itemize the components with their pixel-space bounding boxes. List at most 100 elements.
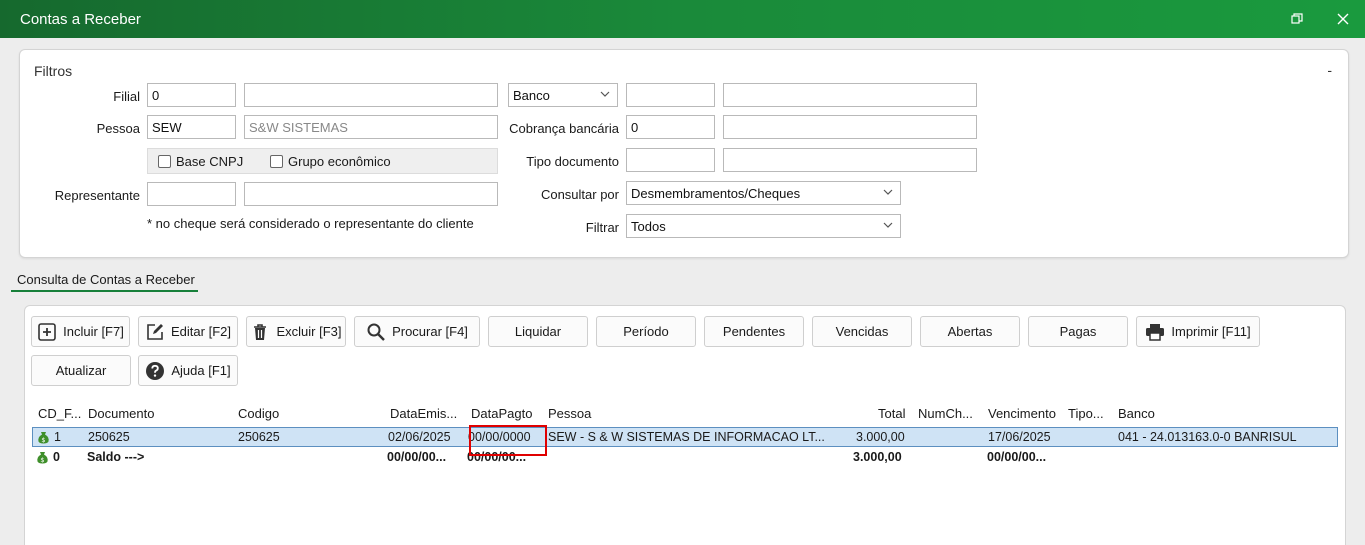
title-bar: Contas a Receber <box>0 0 1365 38</box>
consultar-por-value: Desmembramentos/Cheques <box>631 186 801 201</box>
column-header[interactable]: Tipo... <box>1068 406 1104 421</box>
cobranca-input[interactable] <box>626 115 715 139</box>
column-header[interactable]: Codigo <box>238 406 279 421</box>
tipo-documento-desc-input[interactable] <box>723 148 977 172</box>
cell-documento: Saldo ---> <box>87 450 145 464</box>
tipo-documento-input[interactable] <box>626 148 715 172</box>
cell-pessoa: SEW - S & W SISTEMAS DE INFORMACAO LT... <box>548 430 825 444</box>
column-header[interactable]: Banco <box>1118 406 1155 421</box>
filial-desc-input[interactable] <box>244 83 498 107</box>
representante-label: Representante <box>54 188 140 203</box>
atualizar-button[interactable]: Atualizar <box>31 355 131 386</box>
search-icon <box>367 323 385 341</box>
cell-data-emissao: 00/00/00... <box>387 450 447 464</box>
filial-input[interactable] <box>147 83 236 107</box>
vencidas-button[interactable]: Vencidas <box>812 316 912 347</box>
window-title: Contas a Receber <box>20 11 141 28</box>
money-bag-icon: $ <box>37 452 48 464</box>
help-icon <box>146 361 165 380</box>
cell-codigo: 250625 <box>238 430 280 444</box>
chevron-down-icon <box>883 222 893 228</box>
cell-cd: 0 <box>53 450 60 464</box>
table-row[interactable]: $ 1 250625 250625 02/06/2025 00/00/0000 … <box>32 427 1338 447</box>
tipo-documento-label: Tipo documento <box>526 154 619 169</box>
close-icon[interactable] <box>1333 9 1353 29</box>
column-header[interactable]: Vencimento <box>988 406 1056 421</box>
filters-panel: Filtros - Filial Pessoa Base CNPJ Grupo … <box>19 49 1349 258</box>
atualizar-label: Atualizar <box>55 363 107 378</box>
column-header[interactable]: Pessoa <box>548 406 591 421</box>
filtrar-label: Filtrar <box>585 220 619 235</box>
pessoa-input[interactable] <box>147 115 236 139</box>
cell-banco: 041 - 24.013163.0-0 BANRISUL <box>1118 430 1297 444</box>
column-header[interactable]: Documento <box>88 406 154 421</box>
grupo-economico-checkbox[interactable]: Grupo econômico <box>270 154 391 169</box>
banco-select-value: Banco <box>513 88 550 103</box>
excluir-label: Excluir [F3] <box>276 324 342 339</box>
representante-input[interactable] <box>147 182 236 206</box>
pessoa-desc-input[interactable] <box>244 115 498 139</box>
filtrar-value: Todos <box>631 219 666 234</box>
vencidas-label: Vencidas <box>835 324 889 339</box>
banco-select[interactable]: Banco <box>508 83 618 107</box>
cell-cd: 1 <box>54 430 61 444</box>
representante-desc-input[interactable] <box>244 182 498 206</box>
pessoa-label: Pessoa <box>96 121 140 136</box>
procurar-label: Procurar [F4] <box>392 324 468 339</box>
base-cnpj-label: Base CNPJ <box>176 154 244 169</box>
money-bag-icon: $ <box>38 432 49 444</box>
column-header[interactable]: NumCh... <box>918 406 973 421</box>
restore-icon[interactable] <box>1287 9 1307 29</box>
svg-text:$: $ <box>41 436 45 444</box>
pagas-button[interactable]: Pagas <box>1028 316 1128 347</box>
cell-vencimento: 17/06/2025 <box>988 430 1051 444</box>
column-header[interactable]: CD_F... <box>38 406 81 421</box>
cell-total: 3.000,00 <box>856 430 905 444</box>
results-grid: CD_F... Documento Codigo DataEmis... Dat… <box>32 403 1338 545</box>
cobranca-desc-input[interactable] <box>723 115 977 139</box>
main-panel: Incluir [F7] Editar [F2] Excluir [F3] Pr… <box>24 305 1346 545</box>
ajuda-button[interactable]: Ajuda [F1] <box>138 355 238 386</box>
chevron-down-icon <box>883 189 893 195</box>
cell-data-emissao: 02/06/2025 <box>388 430 451 444</box>
ajuda-label: Ajuda [F1] <box>171 363 231 378</box>
incluir-button[interactable]: Incluir [F7] <box>31 316 130 347</box>
excluir-button[interactable]: Excluir [F3] <box>246 316 346 347</box>
liquidar-button[interactable]: Liquidar <box>488 316 588 347</box>
svg-text:$: $ <box>40 456 44 464</box>
tab-consulta[interactable]: Consulta de Contas a Receber <box>11 270 198 292</box>
procurar-button[interactable]: Procurar [F4] <box>354 316 480 347</box>
column-header[interactable]: DataEmis... <box>390 406 457 421</box>
filtrar-select[interactable]: Todos <box>626 214 901 238</box>
cobranca-label: Cobrança bancária <box>509 121 619 136</box>
imprimir-label: Imprimir [F11] <box>1171 324 1251 339</box>
column-header[interactable]: Total <box>878 406 905 421</box>
column-header[interactable]: DataPagto <box>471 406 532 421</box>
printer-icon <box>1146 323 1165 341</box>
periodo-button[interactable]: Período <box>596 316 696 347</box>
cell-vencimento: 00/00/00... <box>987 450 1047 464</box>
cell-total: 3.000,00 <box>853 450 902 464</box>
pendentes-label: Pendentes <box>722 324 786 339</box>
pendentes-button[interactable]: Pendentes <box>704 316 804 347</box>
chevron-down-icon <box>600 91 610 97</box>
abertas-button[interactable]: Abertas <box>920 316 1020 347</box>
banco-code-input[interactable] <box>626 83 715 107</box>
collapse-button[interactable]: - <box>1327 62 1332 78</box>
cell-documento: 250625 <box>88 430 130 444</box>
banco-desc-input[interactable] <box>723 83 977 107</box>
table-row[interactable]: $ 0 Saldo ---> 00/00/00... 00/00/00... 3… <box>32 448 1338 468</box>
representante-note: * no cheque será considerado o represent… <box>147 216 474 231</box>
checkbox-icon <box>270 155 283 168</box>
edit-icon <box>147 323 164 340</box>
imprimir-button[interactable]: Imprimir [F11] <box>1136 316 1260 347</box>
consultar-por-label: Consultar por <box>540 187 619 202</box>
highlight-box <box>469 425 547 456</box>
filial-label: Filial <box>113 89 140 104</box>
plus-box-icon <box>38 322 56 341</box>
base-cnpj-checkbox[interactable]: Base CNPJ <box>158 154 243 169</box>
consultar-por-select[interactable]: Desmembramentos/Cheques <box>626 181 901 205</box>
abertas-label: Abertas <box>947 324 993 339</box>
checkbox-icon <box>158 155 171 168</box>
editar-button[interactable]: Editar [F2] <box>138 316 238 347</box>
